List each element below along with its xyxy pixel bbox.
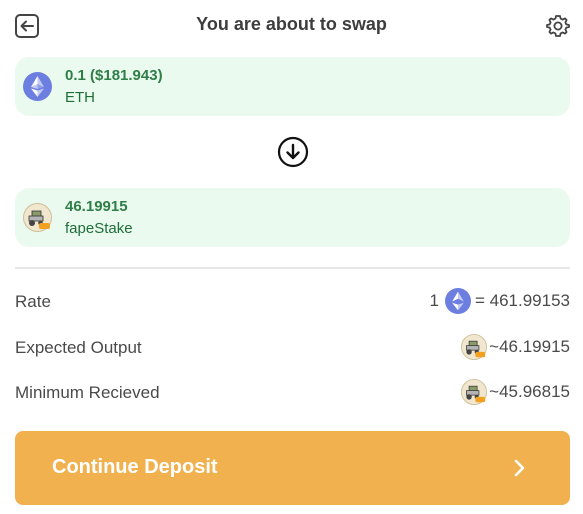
to-symbol: fapeStake	[65, 220, 133, 237]
continue-deposit-button[interactable]: Continue Deposit	[15, 431, 570, 505]
from-symbol: ETH	[65, 89, 95, 106]
header: You are about to swap	[0, 0, 583, 52]
divider	[15, 267, 570, 269]
minimum-received-row: Minimum Recieved ~45.96815	[15, 377, 570, 407]
minimum-received-value: ~45.96815	[459, 377, 570, 407]
rate-label: Rate	[15, 292, 51, 311]
chevron-right-icon	[514, 459, 525, 477]
expected-output-amount: ~46.19915	[489, 337, 570, 356]
expected-output-value: ~46.19915	[459, 332, 570, 362]
rate-row: Rate 1 = 461.99153	[15, 286, 570, 316]
from-token-card: 0.1 ($181.943) ETH	[15, 57, 570, 116]
page-title: You are about to swap	[196, 14, 387, 34]
minimum-received-amount: ~45.96815	[489, 382, 570, 401]
expected-output-row: Expected Output ~46.19915	[15, 332, 570, 362]
arrow-down-circle-icon	[277, 136, 309, 168]
ethereum-icon	[444, 288, 471, 314]
fapestake-token-icon	[461, 334, 488, 360]
minimum-received-label: Minimum Recieved	[15, 383, 160, 402]
fapestake-token-icon	[23, 203, 52, 232]
rate-prefix: 1	[429, 291, 439, 310]
to-amount: 46.19915	[65, 198, 128, 215]
rate-amount: = 461.99153	[474, 291, 570, 310]
expected-output-label: Expected Output	[15, 338, 142, 357]
rate-value: 1 = 461.99153	[430, 286, 570, 316]
ethereum-icon	[23, 72, 52, 101]
gear-icon[interactable]	[545, 13, 571, 39]
fapestake-token-icon	[461, 379, 488, 405]
from-amount: 0.1 ($181.943)	[65, 67, 163, 84]
continue-deposit-label: Continue Deposit	[52, 456, 218, 478]
to-token-card: 46.19915 fapeStake	[15, 188, 570, 247]
